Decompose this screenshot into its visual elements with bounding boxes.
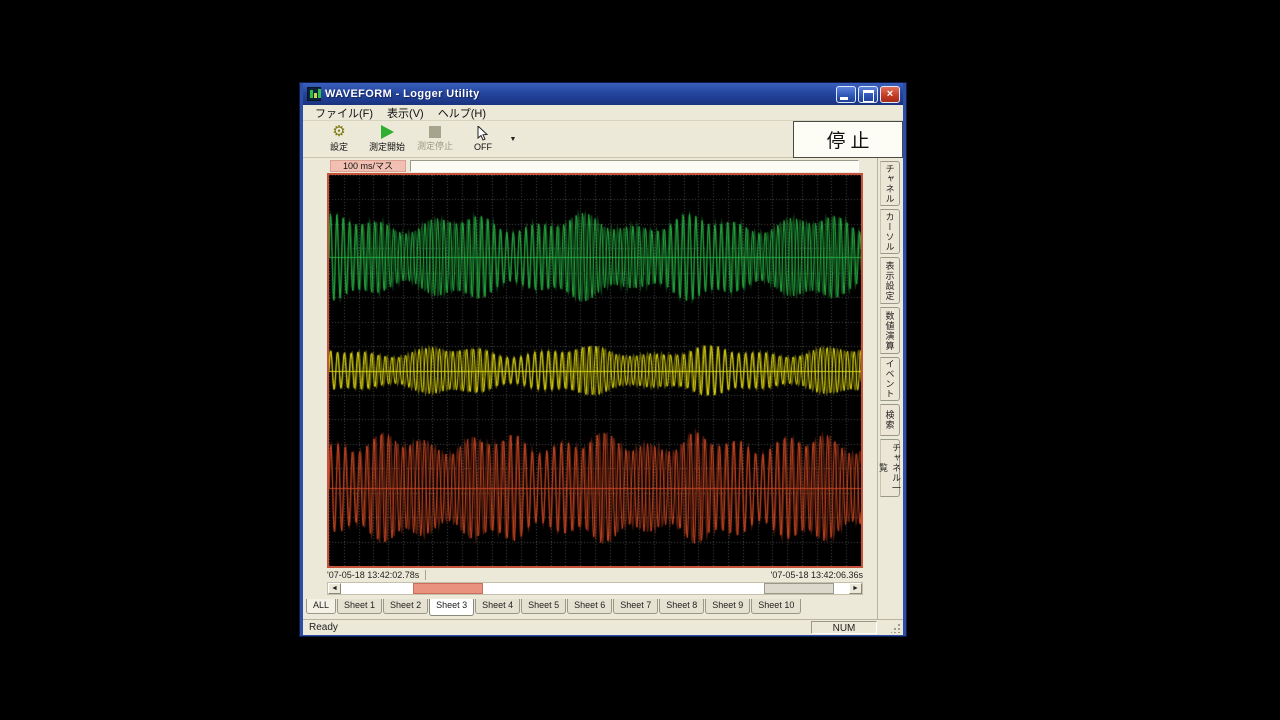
minimize-button[interactable] [836, 86, 856, 103]
side-tab-channel[interactable]: チャネル [880, 161, 900, 206]
start-measure-button[interactable]: 測定開始 [363, 122, 411, 156]
waveform-plot[interactable] [327, 173, 863, 568]
side-tab-bar: チャネル カーソル 表示設定 数値演算 イベント 検索 チャネル一覧 [877, 158, 903, 619]
scroll-right-button[interactable]: ► [849, 583, 862, 594]
channel-header-strip [410, 160, 859, 172]
gear-icon: ⚙ [332, 125, 345, 139]
stop-button[interactable]: 停止 [793, 121, 903, 158]
status-bar: Ready NUM [303, 619, 903, 635]
side-tab-cursor[interactable]: カーソル [880, 209, 900, 254]
timestamp-end: '07-05-18 13:42:06.36s [771, 570, 863, 580]
maximize-button[interactable] [858, 86, 878, 103]
horizontal-scrollbar[interactable]: ◄ ► [327, 582, 863, 595]
close-button[interactable]: × [880, 86, 900, 103]
status-ready: Ready [309, 622, 338, 633]
status-num: NUM [811, 621, 877, 634]
side-tab-numeric-calc[interactable]: 数値演算 [880, 307, 900, 354]
stop-measure-button[interactable]: 測定停止 [411, 122, 459, 156]
timestamp-divider [425, 570, 426, 580]
app-icon[interactable] [307, 87, 321, 101]
sheet-tab-10[interactable]: Sheet 10 [751, 599, 801, 614]
chevron-down-icon: ▼ [510, 136, 517, 143]
app-window: WAVEFORM - Logger Utility × ファイル(F) 表示(V… [300, 83, 906, 636]
scroll-left-button[interactable]: ◄ [328, 583, 341, 594]
sheet-tab-4[interactable]: Sheet 4 [475, 599, 520, 614]
time-scale-label: 100 ms/マス [330, 160, 406, 172]
menu-help[interactable]: ヘルプ(H) [431, 104, 493, 122]
side-tab-channel-list[interactable]: チャネル一覧 [880, 439, 900, 497]
sheet-tab-5[interactable]: Sheet 5 [521, 599, 566, 614]
waveform-panel: 100 ms/マス '07-05-18 13:42:02.78s '07-05-… [303, 158, 877, 619]
resize-grip[interactable] [891, 623, 901, 633]
sheet-tab-2[interactable]: Sheet 2 [383, 599, 428, 614]
main-area: 100 ms/マス '07-05-18 13:42:02.78s '07-05-… [303, 158, 903, 619]
titlebar[interactable]: WAVEFORM - Logger Utility × [303, 83, 903, 105]
side-tab-search[interactable]: 検索 [880, 404, 900, 436]
waveform-canvas[interactable] [329, 175, 861, 566]
toolbar: ⚙ 設定 測定開始 測定停止 OFF ▼ 停止 [303, 121, 903, 158]
menu-file[interactable]: ファイル(F) [308, 104, 380, 122]
desktop: WAVEFORM - Logger Utility × ファイル(F) 表示(V… [0, 0, 1280, 720]
scroll-thumb[interactable] [764, 583, 834, 594]
stop-square-icon [429, 126, 441, 138]
sheet-tab-1[interactable]: Sheet 1 [337, 599, 382, 614]
sheet-tab-6[interactable]: Sheet 6 [567, 599, 612, 614]
sheet-tab-3[interactable]: Sheet 3 [429, 599, 474, 616]
scroll-range-highlight[interactable] [413, 583, 483, 594]
window-title: WAVEFORM - Logger Utility [325, 88, 836, 100]
off-mode-button[interactable]: OFF [459, 122, 507, 156]
menu-view[interactable]: 表示(V) [380, 104, 431, 122]
sheet-tab-7[interactable]: Sheet 7 [613, 599, 658, 614]
sheet-tab-8[interactable]: Sheet 8 [659, 599, 704, 614]
sheet-tab-bar: ALL Sheet 1 Sheet 2 Sheet 3 Sheet 4 Shee… [306, 599, 802, 617]
cursor-arrow-icon [477, 126, 489, 141]
sheet-tab-9[interactable]: Sheet 9 [705, 599, 750, 614]
play-icon [381, 125, 394, 139]
timestamp-start: '07-05-18 13:42:02.78s [327, 570, 419, 580]
side-tab-display-settings[interactable]: 表示設定 [880, 257, 900, 304]
timestamp-row: '07-05-18 13:42:02.78s '07-05-18 13:42:0… [327, 570, 863, 581]
mode-dropdown-button[interactable]: ▼ [507, 122, 519, 156]
menubar: ファイル(F) 表示(V) ヘルプ(H) [303, 105, 903, 121]
sheet-tab-all[interactable]: ALL [306, 599, 336, 614]
side-tab-event[interactable]: イベント [880, 357, 900, 401]
settings-button[interactable]: ⚙ 設定 [315, 122, 363, 156]
